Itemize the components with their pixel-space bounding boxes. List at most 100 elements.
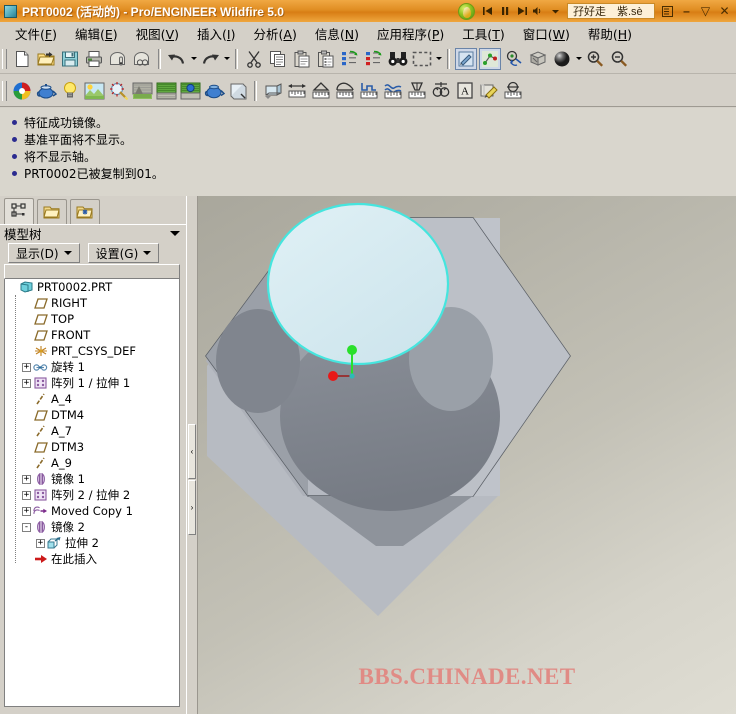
media-volume-caret-icon[interactable] [547, 3, 564, 19]
scene-icon[interactable] [83, 80, 105, 102]
angle-measure-icon[interactable] [310, 80, 332, 102]
tree-item[interactable]: + 阵列 1 / 拉伸 1 [5, 375, 179, 391]
menu-item-5[interactable]: 分析(A) [244, 22, 305, 45]
folder-browser-tab[interactable] [37, 199, 67, 224]
print-preview-icon[interactable] [131, 48, 153, 70]
zoom-out-icon[interactable] [608, 48, 630, 70]
model-tree[interactable]: PRT0002.PRT RIGHT TOP FRONT PRT_CSYS_DEF + 旋转 … [4, 279, 180, 707]
minimize-button[interactable]: – [677, 3, 696, 19]
tree-item[interactable]: PRT0002.PRT [5, 279, 179, 295]
material-icon[interactable] [227, 80, 249, 102]
toolbar-grip[interactable] [2, 80, 7, 101]
spin-center-icon[interactable] [503, 48, 525, 70]
tree-item[interactable]: + 阵列 2 / 拉伸 2 [5, 487, 179, 503]
redo-dropdown-arrow-icon[interactable] [222, 48, 231, 70]
media-prev-button[interactable] [479, 3, 496, 19]
repaint-icon[interactable] [455, 47, 477, 70]
expand-node-icon[interactable]: + [22, 506, 31, 516]
chevron-down-icon[interactable] [170, 231, 180, 236]
area-measure-icon[interactable] [358, 80, 380, 102]
graphics-viewport[interactable]: BBS.CHINADE.NET [198, 196, 736, 714]
tree-item[interactable]: A_4 [5, 391, 179, 407]
menu-item-6[interactable]: 信息(N) [306, 22, 368, 45]
teapot-render-icon[interactable] [35, 80, 57, 102]
save-icon[interactable] [59, 48, 81, 70]
playlist-icon[interactable] [658, 3, 677, 19]
tree-button-2[interactable]: 设置(G) [87, 243, 160, 263]
curve-length-icon[interactable] [334, 80, 356, 102]
panel-splitter[interactable]: ‹ › [186, 196, 198, 714]
model-tree-tab[interactable] [4, 198, 34, 224]
collapse-node-icon[interactable]: - [22, 522, 31, 532]
media-volume-icon[interactable] [530, 3, 547, 19]
toolbar-grip[interactable] [2, 48, 7, 69]
tree-item[interactable]: + Moved Copy 1 [5, 503, 179, 519]
cut-scissors-icon[interactable] [243, 48, 265, 70]
room-light-icon[interactable] [179, 80, 201, 102]
model-player-icon[interactable] [262, 80, 284, 102]
redo-icon[interactable] [199, 48, 221, 70]
find-binoculars-icon[interactable] [387, 48, 409, 70]
appearance-sphere-icon[interactable] [551, 48, 573, 70]
regenerate-modified-icon[interactable] [363, 48, 385, 70]
sketch-pencil-icon[interactable] [478, 80, 500, 102]
tree-item[interactable]: FRONT [5, 327, 179, 343]
view-orientation-icon[interactable] [527, 48, 549, 70]
tree-item[interactable]: DTM4 [5, 407, 179, 423]
expand-node-icon[interactable]: + [36, 538, 45, 548]
tree-item[interactable]: PRT_CSYS_DEF [5, 343, 179, 359]
tree-item[interactable]: - 镜像 2 [5, 519, 179, 535]
expand-node-icon[interactable]: + [22, 362, 31, 372]
close-button[interactable]: ✕ [715, 3, 734, 19]
undo-icon[interactable] [166, 48, 188, 70]
collapse-right-button[interactable]: › [188, 480, 196, 535]
selection-box-icon[interactable] [411, 48, 433, 70]
tree-item[interactable]: A_7 [5, 423, 179, 439]
menu-item-2[interactable]: 编辑(E) [66, 22, 127, 45]
open-folder-icon[interactable] [35, 48, 57, 70]
3d-model[interactable] [198, 196, 736, 714]
shaded-colors-icon[interactable] [11, 80, 33, 102]
light-bulb-icon[interactable] [59, 80, 81, 102]
annotation-a-icon[interactable]: A [454, 80, 476, 102]
new-file-icon[interactable] [11, 48, 33, 70]
media-player-logo-icon[interactable] [458, 2, 475, 20]
tree-item[interactable]: A_9 [5, 455, 179, 471]
menu-item-4[interactable]: 插入(I) [188, 22, 244, 45]
blue-teapot-icon[interactable] [203, 80, 225, 102]
print-icon[interactable] [83, 48, 105, 70]
tree-item[interactable]: TOP [5, 311, 179, 327]
tree-item[interactable]: + 旋转 1 [5, 359, 179, 375]
menu-item-10[interactable]: 帮助(H) [579, 22, 641, 45]
expand-node-icon[interactable]: + [22, 474, 31, 484]
media-pause-button[interactable] [496, 3, 513, 19]
tree-item[interactable]: + 拉伸 2 [5, 535, 179, 551]
copy-icon[interactable] [267, 48, 289, 70]
regenerate-icon[interactable] [339, 48, 361, 70]
paste-icon[interactable] [291, 48, 313, 70]
selected-circular-face[interactable] [266, 202, 450, 366]
expand-node-icon[interactable]: + [22, 378, 31, 388]
tree-item[interactable]: RIGHT [5, 295, 179, 311]
room-icon[interactable] [155, 80, 177, 102]
expand-node-icon[interactable]: + [22, 490, 31, 500]
effects-icon[interactable] [107, 80, 129, 102]
favorites-tab[interactable] [70, 199, 100, 224]
menu-item-3[interactable]: 视图(V) [127, 22, 188, 45]
tree-item[interactable]: DTM3 [5, 439, 179, 455]
paste-special-icon[interactable] [315, 48, 337, 70]
diameter-measure-icon[interactable] [502, 80, 524, 102]
menu-item-8[interactable]: 工具(T) [453, 22, 513, 45]
datum-display-icon[interactable] [479, 47, 501, 70]
menu-item-7[interactable]: 应用程序(P) [368, 22, 453, 45]
tree-item[interactable]: + 镜像 1 [5, 471, 179, 487]
send-mail-icon[interactable] [107, 48, 129, 70]
volume-measure-icon[interactable] [406, 80, 428, 102]
appearance-dropdown-arrow-icon[interactable] [574, 48, 583, 70]
restore-button[interactable]: ▽ [696, 3, 715, 19]
media-next-button[interactable] [513, 3, 530, 19]
menu-item-1[interactable]: 文件(F) [6, 22, 66, 45]
tree-item[interactable]: 在此插入 [5, 551, 179, 567]
distance-measure-icon[interactable] [286, 80, 308, 102]
undo-dropdown-arrow-icon[interactable] [189, 48, 198, 70]
